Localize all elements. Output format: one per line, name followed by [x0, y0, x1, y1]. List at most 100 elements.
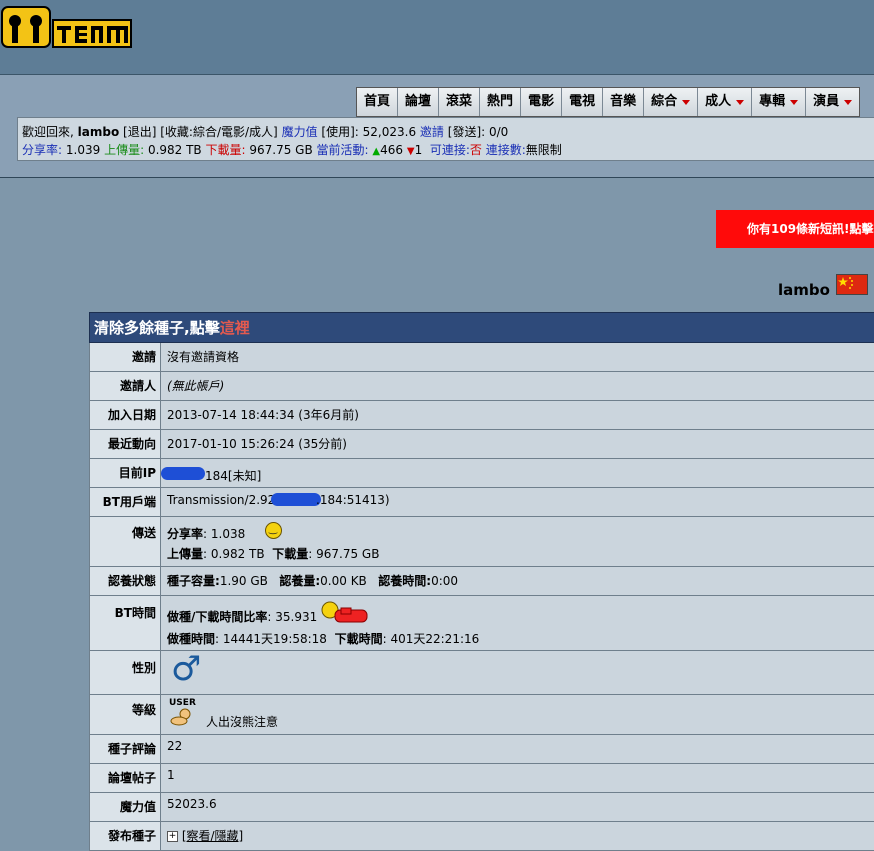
row-label: 目前IP [90, 459, 161, 487]
ip-value-cell: 184[未知] [161, 459, 874, 487]
time-ratio-label: 做種/下載時間比率 [167, 610, 268, 624]
row-invite: 邀請 沒有邀請資格 [89, 343, 874, 372]
china-flag-icon [836, 274, 868, 295]
nav-label: 滾菜 [446, 94, 473, 109]
row-last-action: 最近動向 2017-01-10 15:26:24 (35分前) [89, 430, 874, 459]
row-comments: 種子評論 22 [89, 735, 874, 764]
row-class: 等級 USER 人出沒熊注意 [89, 695, 874, 735]
site-header [0, 0, 874, 75]
row-bonus: 魔力值 52023.6 [89, 793, 874, 822]
dropdown-arrow-icon [790, 99, 799, 105]
row-transfer: 傳送 分享率: 1.038 上傳量: 0.982 TB 下載量: 967.75 … [89, 517, 874, 567]
row-label: 發布種子 [90, 822, 161, 850]
row-label: 傳送 [90, 517, 161, 566]
ratio-value: 1.039 [65, 143, 101, 157]
nav-label: 電影 [528, 94, 555, 109]
nav-albums[interactable]: 專輯 [752, 88, 807, 116]
logout-link[interactable]: [退出] [123, 125, 156, 139]
upload-label: 上傳量 [167, 547, 204, 561]
nav-movies[interactable]: 電影 [521, 88, 563, 116]
row-value[interactable]: 22 [167, 735, 874, 763]
connections-label: 連接數: [485, 143, 526, 157]
nav-label: 論壇 [405, 94, 432, 109]
username-link[interactable]: lambo [78, 125, 120, 139]
main-nav: 首頁 論壇 滾菜 熱門 電影 電視 音樂 綜合 成人 專輯 演員 [356, 87, 861, 117]
header-text: 清除多餘種子,點擊 [94, 319, 220, 337]
row-value[interactable]: 1 [167, 764, 874, 792]
nav-label: 音樂 [610, 94, 637, 109]
class-note: 人出沒熊注意 [206, 715, 279, 729]
seed-size-label: 種子容量: [167, 574, 220, 588]
seeding-count[interactable]: 466 [380, 143, 403, 157]
transfer-value-cell: 分享率: 1.038 上傳量: 0.982 TB 下載量: 967.75 GB [167, 517, 874, 566]
ratio-value: : 1.038 [203, 527, 246, 541]
row-label: 加入日期 [90, 401, 161, 429]
row-label: 邀請人 [90, 372, 161, 400]
row-value: 184[未知] [205, 469, 262, 483]
favorites-link[interactable]: [收藏:綜合/電影/成人] [160, 125, 278, 139]
nav-hot[interactable]: 熱門 [480, 88, 522, 116]
class-value-cell: USER 人出沒熊注意 [167, 695, 874, 734]
invite-link[interactable]: 邀請 [420, 125, 444, 139]
dropdown-arrow-icon [682, 99, 691, 105]
nav-label: 演員 [813, 94, 840, 109]
sleeping-icon [321, 601, 368, 623]
site-logo[interactable] [1, 6, 133, 48]
row-label: 種子評論 [90, 735, 161, 763]
row-client: BT用戶端 Transmission/2.92 .184:51413) [89, 488, 874, 517]
nav-music[interactable]: 音樂 [603, 88, 645, 116]
seed-time-label: 做種時間 [167, 632, 216, 646]
nav-torrents[interactable]: 滾菜 [439, 88, 481, 116]
new-messages-banner[interactable]: 你有109條新短訊!點擊 [716, 210, 874, 248]
row-value: 52023.6 [167, 797, 217, 811]
row-label: BT時間 [90, 596, 161, 650]
bonus-link[interactable]: 魔力值 [282, 125, 318, 139]
row-gender: 性別 ♂ [89, 649, 874, 695]
leeching-count[interactable]: 1 [415, 143, 423, 157]
adopt-amount-value: 0.00 KB [320, 574, 367, 588]
nav-misc[interactable]: 綜合 [644, 88, 699, 116]
connectable-value: 否 [469, 143, 482, 157]
nav-forum[interactable]: 論壇 [398, 88, 440, 116]
client-address: .184:51413) [316, 493, 390, 507]
smiley-icon [265, 522, 282, 539]
bt-time-ratio: 做種/下載時間比率: 35.931 [167, 608, 317, 625]
transfer-totals: 上傳量: 0.982 TB 下載量: 967.75 GB [167, 545, 379, 562]
nav-label: 電視 [569, 94, 596, 109]
row-value: 2013-07-14 18:44:34 (3年6月前) [167, 408, 359, 422]
row-value: 沒有邀請資格 [167, 350, 240, 364]
welcome-text: 歡迎回來, [22, 125, 74, 139]
row-value: (無此帳戶) [167, 379, 225, 393]
connections-value: 無限制 [525, 143, 562, 157]
download-value: 967.75 GB [249, 143, 313, 157]
redaction-mark [161, 467, 205, 480]
expand-icon[interactable]: + [167, 831, 178, 842]
row-label: BT用戶端 [90, 488, 161, 516]
row-label: 等級 [90, 695, 161, 734]
invite-value: [發送]: 0/0 [447, 125, 509, 139]
profile-table-header: 清除多餘種子,點擊這裡 [89, 312, 874, 343]
header-link[interactable]: 這裡 [220, 319, 250, 337]
profile-username: lambo [778, 281, 830, 299]
nav-adult[interactable]: 成人 [698, 88, 753, 116]
row-label: 認養狀態 [90, 567, 161, 595]
client-value-cell: Transmission/2.92 .184:51413) [167, 488, 874, 516]
leech-time-value: : 401天22:21:16 [382, 632, 480, 646]
nav-home[interactable]: 首頁 [357, 88, 399, 116]
nav-tv[interactable]: 電視 [562, 88, 604, 116]
ratio-label: 分享率 [167, 527, 204, 541]
user-info-row-1: 歡迎回來, lambo [退出] [收藏:綜合/電影/成人] 魔力值 [使用]:… [22, 123, 508, 140]
bt-time-totals: 做種時間: 14441天19:58:18 下載時間: 401天22:21:16 [167, 630, 479, 647]
upload-value: : 0.982 TB [203, 547, 265, 561]
toggle-uploaded-link[interactable]: [察看/隱藏] [182, 829, 243, 843]
leech-time-label: 下載時間 [334, 632, 383, 646]
row-certify: 認養狀態 種子容量:1.90 GB 認養量:0.00 KB 認養時間:0:00 [89, 567, 874, 596]
dropdown-arrow-icon [736, 99, 745, 105]
seed-size-value: 1.90 GB [219, 574, 268, 588]
bonus-value: [使用]: 52,023.6 [321, 125, 417, 139]
certify-value-cell: 種子容量:1.90 GB 認養量:0.00 KB 認養時間:0:00 [167, 567, 874, 595]
activity-label: 當前活動: [316, 143, 369, 157]
male-icon: ♂ [171, 649, 202, 689]
nav-actors[interactable]: 演員 [806, 88, 860, 116]
row-value: 2017-01-10 15:26:24 (35分前) [167, 437, 347, 451]
